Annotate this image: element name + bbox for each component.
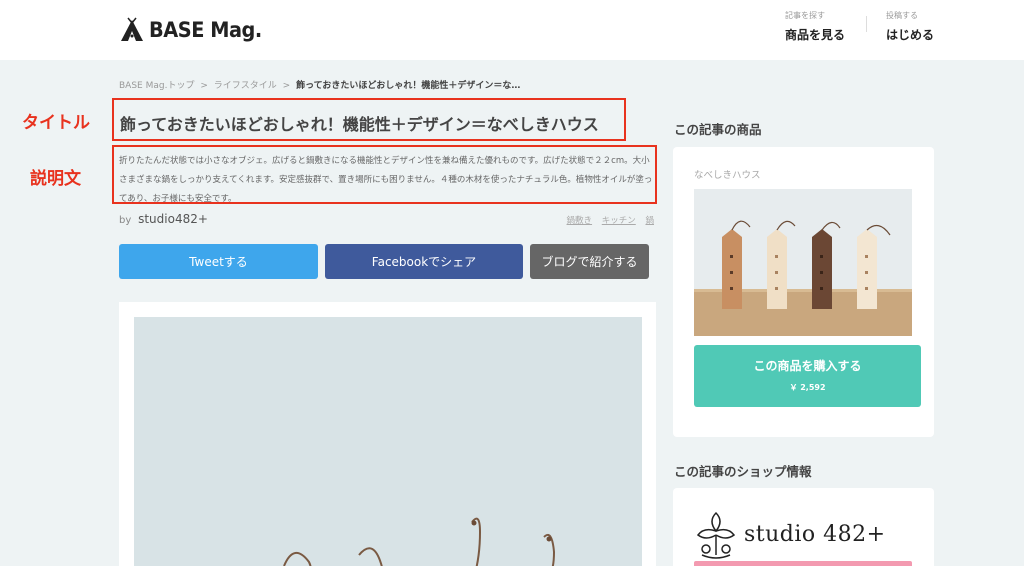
buy-button-label: この商品を購入する <box>753 359 862 373</box>
article-description: 折りたたんだ状態では小さなオブジェ。広げると鍋敷きになる機能性とデザイン性を兼ね… <box>119 156 653 204</box>
tag-list: 鍋敷き キッチン 鍋 <box>560 214 654 226</box>
tent-logo-icon <box>121 17 143 41</box>
nav-sub-label: 投稿する <box>886 11 918 20</box>
author-name[interactable]: studio482+ <box>138 212 208 226</box>
blog-share-button[interactable]: ブログで紹介する <box>530 244 649 279</box>
nav-sub-label: 記事を探す <box>785 11 825 20</box>
site-header: BASE Mag. 記事を探す 商品を見る 投稿する はじめる <box>0 0 1024 60</box>
facebook-share-button[interactable]: Facebookでシェア <box>325 244 523 279</box>
breadcrumb-separator: > <box>200 81 208 91</box>
shop-name: studio 482+ <box>744 521 886 547</box>
breadcrumb: BASE Mag.トップ > ライフスタイル > 飾っておきたいほどおしゃれ！機… <box>119 78 520 91</box>
breadcrumb-current: 飾っておきたいほどおしゃれ！機能性＋デザイン＝な… <box>296 81 521 91</box>
article-title: 飾っておきたいほどおしゃれ！機能性＋デザイン＝なべしきハウス <box>120 115 599 134</box>
tag-link[interactable]: 鍋敷き <box>567 216 593 226</box>
nav-main-label: 商品を見る <box>785 28 846 42</box>
annotation-desc-label: 説明文 <box>30 169 81 189</box>
nav-divider <box>866 16 867 32</box>
annotation-title-label: タイトル <box>22 113 90 133</box>
product-price: ￥ 2,592 <box>789 383 826 392</box>
breadcrumb-separator: > <box>282 81 291 91</box>
buy-product-button[interactable]: この商品を購入する ￥ 2,592 <box>694 345 921 407</box>
breadcrumb-link-top[interactable]: BASE Mag.トップ <box>119 81 194 91</box>
nabeshiki-house-photo <box>694 189 912 336</box>
breadcrumb-link-lifestyle[interactable]: ライフスタイル <box>214 81 277 91</box>
nav-browse-products[interactable]: 記事を探す 商品を見る <box>785 10 845 43</box>
article-author: by studio482+ <box>119 212 208 226</box>
tag-link[interactable]: 鍋 <box>645 216 654 226</box>
hero-image <box>134 317 642 566</box>
shop-logo[interactable]: studio 482+ <box>694 505 886 563</box>
leaf-logo-icon <box>696 511 736 559</box>
nav-main-label: はじめる <box>886 28 935 42</box>
shop-section-heading: この記事のショップ情報 <box>674 464 812 479</box>
nav-start-posting[interactable]: 投稿する はじめる <box>886 10 934 43</box>
site-logo[interactable]: BASE Mag. <box>119 14 272 46</box>
hanging-cords-image <box>134 317 642 566</box>
tweet-button[interactable]: Tweetする <box>119 244 318 279</box>
product-image[interactable] <box>694 189 912 336</box>
product-name[interactable]: なべしきハウス <box>694 167 761 181</box>
tag-link[interactable]: キッチン <box>602 216 636 226</box>
shop-follow-button[interactable] <box>694 561 912 566</box>
product-section-heading: この記事の商品 <box>674 122 762 137</box>
logo-text: BASE Mag. <box>149 18 262 42</box>
author-prefix: by <box>119 215 132 226</box>
